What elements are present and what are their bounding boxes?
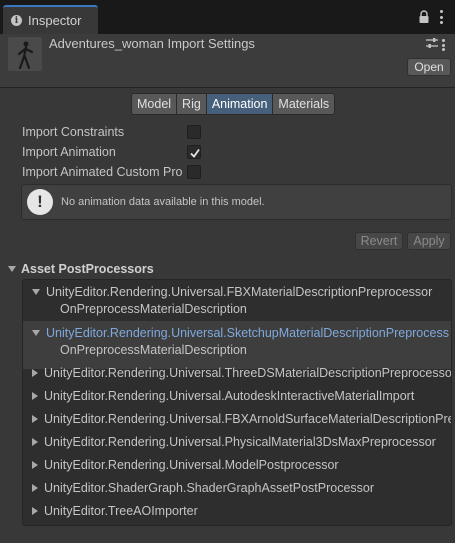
import-mode-tabs: Model Rig Animation Materials — [131, 93, 336, 115]
revert-button[interactable]: Revert — [355, 232, 403, 250]
import-animation-checkbox[interactable] — [187, 145, 201, 159]
list-item-label: UnityEditor.Rendering.Universal.FBXArnol… — [44, 411, 452, 426]
collapsed-arrow-icon — [32, 414, 38, 423]
section-title: Asset PostProcessors — [21, 262, 154, 276]
import-animated-custom-props-label: Import Animated Custom Pro — [22, 165, 183, 179]
collapsed-arrow-icon — [32, 437, 38, 446]
list-item-label: UnityEditor.Rendering.Universal.ModelPos… — [44, 457, 339, 472]
list-item-label: UnityEditor.Rendering.Universal.Autodesk… — [44, 388, 415, 403]
tab-animation[interactable]: Animation — [206, 93, 274, 115]
collapsed-arrow-icon — [32, 460, 38, 469]
list-item-label: UnityEditor.ShaderGraph.ShaderGraphAsset… — [44, 480, 375, 495]
expanded-arrow-icon — [32, 329, 40, 336]
list-item-label: UnityEditor.Rendering.Universal.FBXMater… — [46, 284, 433, 299]
foldout-expanded-icon — [8, 266, 16, 272]
expanded-arrow-icon — [32, 288, 40, 295]
help-box: ! No animation data available in this mo… — [21, 184, 452, 220]
postprocessor-list: UnityEditor.Rendering.Universal.FBXMater… — [22, 279, 452, 526]
tab-inspector[interactable]: i Inspector — [3, 5, 98, 34]
list-item[interactable]: UnityEditor.Rendering.Universal.Physical… — [23, 430, 451, 453]
import-constraints-checkbox[interactable] — [187, 125, 201, 139]
help-message: No animation data available in this mode… — [61, 196, 265, 208]
list-item[interactable]: UnityEditor.Rendering.Universal.Autodesk… — [23, 384, 451, 407]
info-icon: i — [11, 15, 22, 26]
open-button[interactable]: Open — [407, 58, 451, 76]
tab-rig[interactable]: Rig — [177, 93, 207, 115]
collapsed-arrow-icon — [32, 483, 38, 492]
list-item[interactable]: UnityEditor.ShaderGraph.ShaderGraphAsset… — [23, 476, 451, 499]
list-item-label: UnityEditor.Rendering.Universal.Sketchup… — [46, 325, 449, 340]
list-item-label: UnityEditor.TreeAOImporter — [44, 503, 198, 518]
list-item-label: UnityEditor.Rendering.Universal.ThreeDSM… — [44, 365, 452, 380]
list-item-child: OnPreprocessMaterialDescription — [60, 302, 247, 316]
list-item[interactable]: UnityEditor.TreeAOImporter — [23, 499, 451, 522]
list-item-label: UnityEditor.Rendering.Universal.Physical… — [44, 434, 436, 449]
model-thumbnail — [8, 37, 42, 71]
tab-model[interactable]: Model — [131, 93, 178, 115]
import-constraints-label: Import Constraints — [22, 125, 125, 139]
tab-menu-icon[interactable] — [437, 10, 445, 24]
tab-label: Inspector — [28, 13, 82, 28]
collapsed-arrow-icon — [32, 391, 38, 400]
import-animated-custom-props-checkbox[interactable] — [187, 165, 201, 179]
list-item[interactable]: UnityEditor.Rendering.Universal.ThreeDSM… — [23, 361, 452, 384]
apply-button[interactable]: Apply — [407, 232, 451, 250]
tab-materials[interactable]: Materials — [273, 93, 336, 115]
inspector-panel: i Inspector Adventures_woman Import Sett… — [0, 0, 455, 543]
collapsed-arrow-icon — [32, 506, 38, 515]
asset-header: Adventures_woman Import Settings Open — [0, 34, 455, 88]
page-title: Adventures_woman Import Settings — [49, 36, 255, 51]
list-item-child: OnPreprocessMaterialDescription — [60, 343, 247, 357]
asset-postprocessors-header[interactable]: Asset PostProcessors — [8, 261, 154, 277]
tab-strip: i Inspector — [0, 0, 455, 34]
list-item[interactable]: UnityEditor.Rendering.Universal.ModelPos… — [23, 453, 451, 476]
checkmark-icon — [190, 148, 200, 158]
header-menu-icon[interactable] — [439, 39, 447, 51]
lock-icon[interactable] — [418, 10, 430, 24]
list-item[interactable]: UnityEditor.Rendering.Universal.FBXArnol… — [23, 407, 452, 430]
preset-settings-icon[interactable] — [425, 37, 439, 49]
collapsed-arrow-icon — [32, 368, 38, 377]
import-animation-label: Import Animation — [22, 145, 116, 159]
warning-icon: ! — [27, 189, 53, 215]
